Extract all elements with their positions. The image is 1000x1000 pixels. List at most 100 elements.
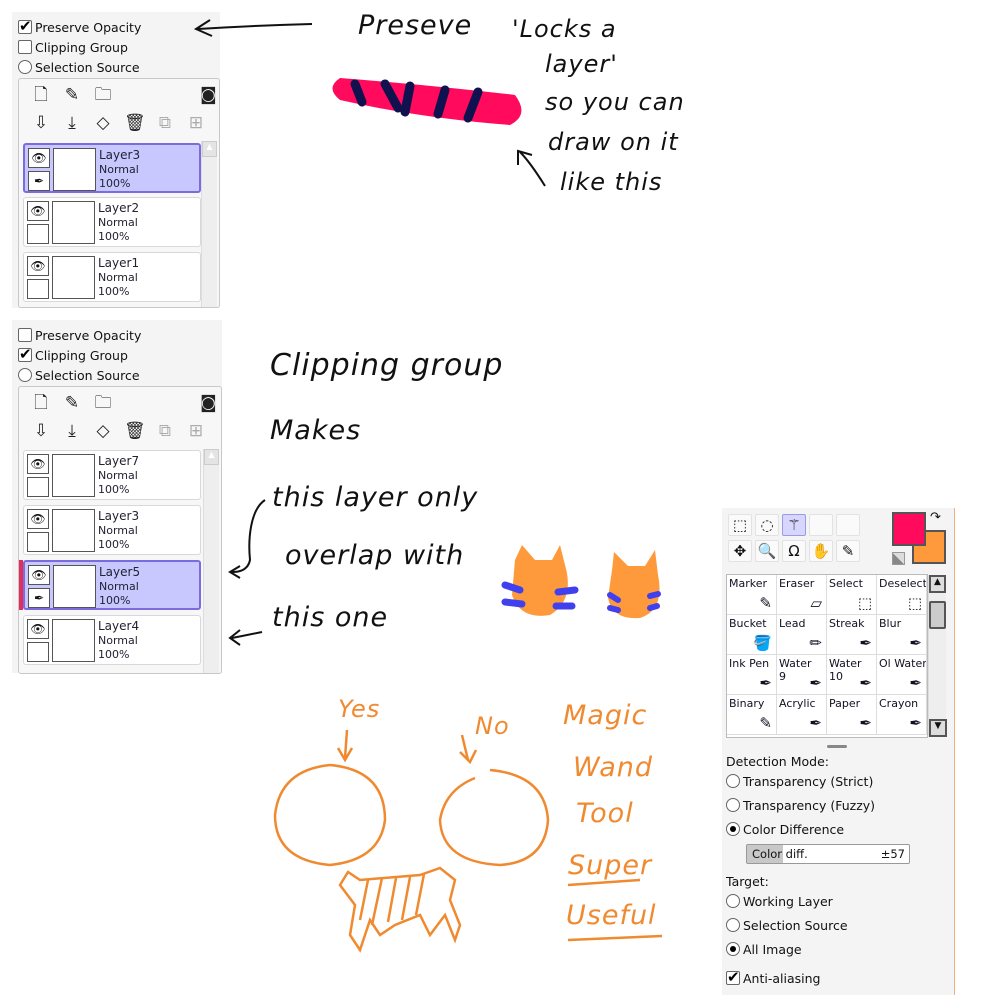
zoom-icon[interactable]: 🔍 <box>755 540 779 562</box>
brush-scrollbar[interactable]: ▲ ▼ <box>928 575 947 737</box>
brush-label: Streak <box>829 617 865 630</box>
brush-crayon[interactable]: Crayon ✒ <box>877 695 927 735</box>
circle-yes <box>273 763 387 867</box>
brush-deselect[interactable]: Deselect ⬚ <box>877 575 927 615</box>
brush-label: Binary <box>729 697 765 710</box>
radio-label: Transparency (Strict) <box>743 773 874 789</box>
brush-paper[interactable]: Paper ✒ <box>827 695 877 735</box>
brush-icon: ⬚ <box>857 594 872 612</box>
brush-blur[interactable]: Blur ✒ <box>877 615 927 655</box>
brush-label: Ol Water <box>879 657 927 670</box>
brush-bucket[interactable]: Bucket 🪣 <box>727 615 777 655</box>
brush-binary[interactable]: Binary ✎ <box>727 695 777 735</box>
note-like-this: like this <box>560 168 663 196</box>
rotate-icon[interactable]: Ω <box>782 540 806 562</box>
arrow-to-layer3 <box>228 499 266 579</box>
note-overlap-with: overlap with <box>285 540 465 571</box>
brush-label: Blur <box>879 617 902 630</box>
target-label: Target: <box>726 874 769 889</box>
brush-acrylic[interactable]: Acrylic ✒ <box>777 695 827 735</box>
scroll-down-button[interactable]: ▼ <box>929 719 947 737</box>
color-diff-slider[interactable]: Color diff. ±57 <box>746 844 910 864</box>
color-diff-value: ±57 <box>880 847 905 861</box>
brush-label: Acrylic <box>779 697 816 710</box>
eyedropper-icon[interactable]: ✎ <box>836 540 860 562</box>
brush-label: Bucket <box>729 617 767 630</box>
brush-lead[interactable]: Lead ✏ <box>777 615 827 655</box>
splitter-handle[interactable] <box>827 745 847 748</box>
brush-icon: ✒ <box>859 634 872 652</box>
note-yes: Yes <box>338 695 381 723</box>
brush-icon: ✎ <box>759 594 772 612</box>
radio-label: Working Layer <box>743 893 833 909</box>
brush-icon: ✒ <box>809 674 822 692</box>
checkbox[interactable] <box>726 968 740 986</box>
cat-left <box>501 545 579 616</box>
arrow-no <box>459 734 478 765</box>
radio-label: Transparency (Fuzzy) <box>743 797 876 813</box>
brush-label: Crayon <box>879 697 919 710</box>
radio[interactable] <box>726 822 740 836</box>
brush-icon: ✎ <box>759 714 772 732</box>
radio-selection-source[interactable]: Selection Source <box>726 916 848 934</box>
scroll-up-button[interactable]: ▲ <box>929 575 946 593</box>
radio-transparency-strict-[interactable]: Transparency (Strict) <box>726 772 873 790</box>
cat-right <box>607 550 661 619</box>
transparent-color-icon[interactable] <box>892 552 905 565</box>
note-draw-on-it: draw on it <box>548 128 679 156</box>
brush-icon: ✒ <box>909 674 922 692</box>
dog-outline <box>338 866 462 953</box>
radio-color-difference[interactable]: Color Difference <box>726 820 844 838</box>
brush-icon: 🪣 <box>753 634 772 652</box>
radio[interactable] <box>726 798 740 812</box>
note-no: No <box>475 712 510 740</box>
radio-label: All Image <box>743 941 802 957</box>
magic-wand-icon[interactable]: ⚚ <box>782 514 806 536</box>
brush-water-10[interactable]: Water 10 ✒ <box>827 655 877 695</box>
arrow-yes <box>336 729 354 763</box>
brush-label: Water <box>779 657 812 670</box>
brush-label: Lead <box>779 617 806 630</box>
note-this-one: this one <box>272 602 389 633</box>
rect-select-icon[interactable]: ⬚ <box>728 514 752 536</box>
radio[interactable] <box>726 894 740 908</box>
note-layer: layer' <box>545 50 618 78</box>
brush-icon: ✒ <box>909 714 922 732</box>
brush-icon: ▱ <box>810 594 822 612</box>
brush-marker[interactable]: Marker ✎ <box>727 575 777 615</box>
radio-working-layer[interactable]: Working Layer <box>726 892 833 910</box>
radio[interactable] <box>726 774 740 788</box>
move-icon[interactable]: ✥ <box>728 540 752 562</box>
brush-ol-water[interactable]: Ol Water ✒ <box>877 655 927 695</box>
radio-all-image[interactable]: All Image <box>726 940 802 958</box>
anti-aliasing-label: Anti-aliasing <box>743 970 821 986</box>
primary-color-swatch[interactable] <box>892 512 926 546</box>
brush-icon: ✏ <box>809 634 822 652</box>
brush-select[interactable]: Select ⬚ <box>827 575 877 615</box>
brush-label: Marker <box>729 577 768 590</box>
brush-water-9[interactable]: Water 9 ✒ <box>777 655 827 695</box>
brush-streak[interactable]: Streak ✒ <box>827 615 877 655</box>
brush-icon: ✒ <box>859 714 872 732</box>
note-makes: Makes <box>270 415 362 446</box>
radio-label: Color Difference <box>743 821 845 837</box>
note-magic: Magic <box>563 700 648 731</box>
scroll-thumb[interactable] <box>929 601 946 629</box>
hand-icon[interactable]: ✋ <box>809 540 833 562</box>
radio-transparency-fuzzy-[interactable]: Transparency (Fuzzy) <box>726 796 875 814</box>
brush-eraser[interactable]: Eraser ▱ <box>777 575 827 615</box>
brush-label: Paper <box>829 697 861 710</box>
brush-label: Deselect <box>879 577 927 590</box>
lasso-icon[interactable]: ◌ <box>755 514 779 536</box>
anti-aliasing-checkbox[interactable]: Anti-aliasing <box>726 968 821 987</box>
note-clipping-group: Clipping group <box>270 348 504 383</box>
radio-label: Selection Source <box>743 917 848 933</box>
radio[interactable] <box>726 918 740 932</box>
underline-useful <box>567 934 663 942</box>
swap-colors-icon[interactable]: ↷ <box>930 510 941 525</box>
radio[interactable] <box>726 942 740 956</box>
circle-no <box>438 768 550 867</box>
brush-ink-pen[interactable]: Ink Pen ✒ <box>727 655 777 695</box>
brush-label: Ink Pen <box>729 657 770 670</box>
arrow-to-layer4 <box>228 629 263 646</box>
